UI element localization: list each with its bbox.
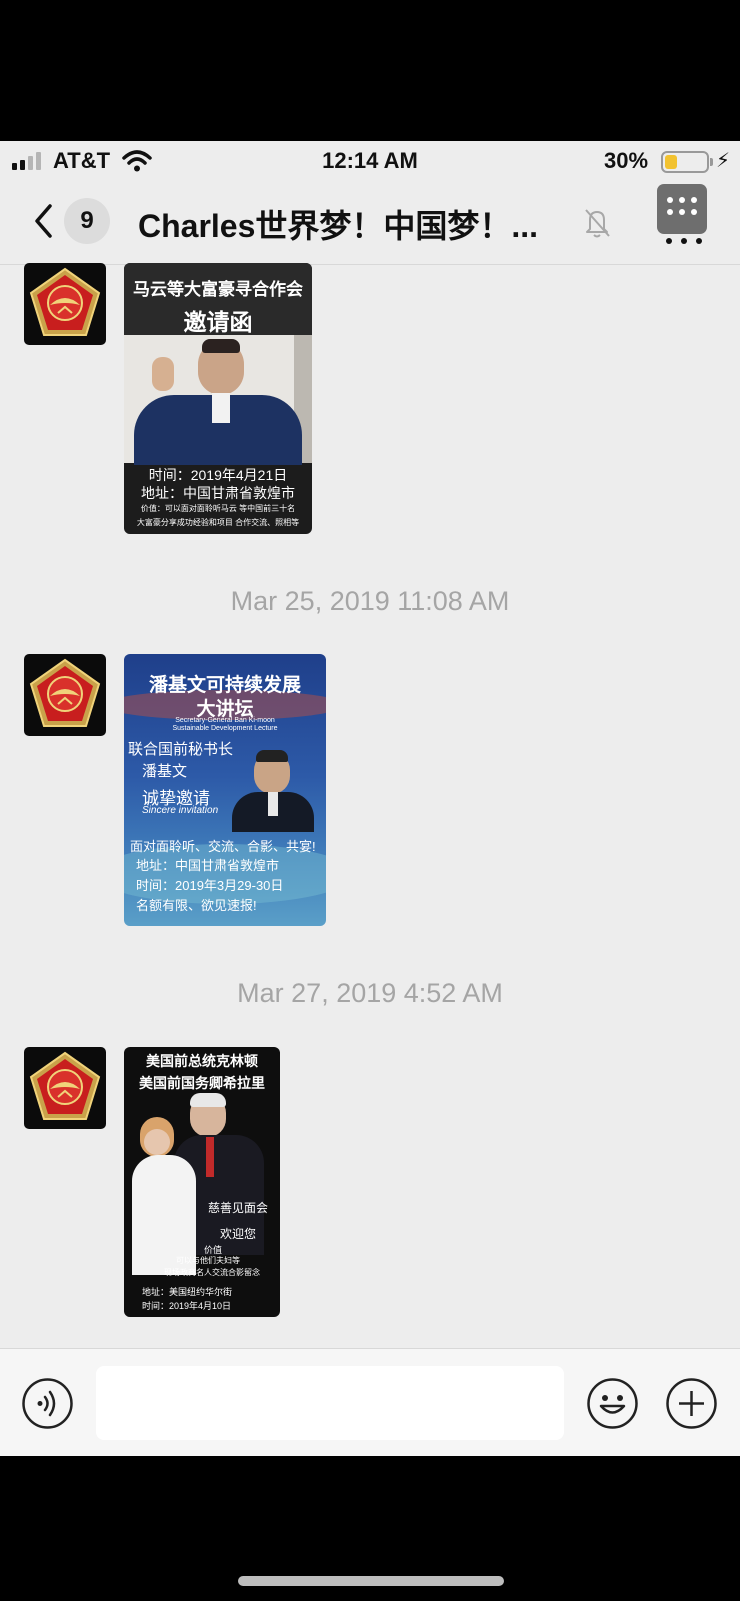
poster-line: 名额有限、欲见速报! <box>136 898 257 913</box>
status-bar: AT&T 12:14 AM 30% ⚡ <box>0 141 740 181</box>
poster-line: 美国前国务卿希拉里 <box>139 1075 265 1091</box>
plus-icon[interactable] <box>665 1377 718 1430</box>
poster-photo <box>124 1093 280 1275</box>
more-dots-icon[interactable] <box>664 238 704 246</box>
poster-line: 面对面聆听、交流、合影、共宴! <box>130 839 316 854</box>
poster-heading: 马云等大富豪寻合作会 <box>133 280 303 299</box>
poster-line: 慈善见面会 <box>208 1201 269 1215</box>
back-chevron-icon[interactable] <box>30 201 58 241</box>
poster-title: 潘基文可持续发展 <box>148 674 301 696</box>
emoji-icon[interactable] <box>586 1377 639 1430</box>
sender-avatar[interactable] <box>24 1047 106 1129</box>
poster-line: 潘基文 <box>142 763 188 780</box>
image-message[interactable]: 潘基文可持续发展 大讲坛 Secretary-General Ban Ki-mo… <box>124 654 326 926</box>
chat-screen: AT&T 12:14 AM 30% ⚡ 9 Charles世界梦！中国梦！... <box>0 141 740 1456</box>
poster-value-line: 大富豪分享成功经验和项目 合作交流、照相等 <box>136 518 300 527</box>
battery-icon <box>661 151 709 173</box>
poster-line: 现场政商名人交流合影留念 <box>164 1268 260 1277</box>
battery-percent: 30% <box>604 148 649 173</box>
more-grid-icon[interactable] <box>657 184 707 234</box>
sender-avatar[interactable] <box>24 263 106 345</box>
poster-line: 时间：2019年3月29-30日 <box>136 878 284 893</box>
poster-line: 时间：2019年4月10日 <box>142 1301 232 1311</box>
battery-tip <box>710 158 713 166</box>
poster-line: Sincere invitation <box>142 805 219 816</box>
battery-level-fill <box>665 155 677 169</box>
poster-subtitle-en: Sustainable Development Lecture <box>172 725 278 732</box>
voice-icon[interactable] <box>21 1377 74 1430</box>
timestamp-divider: Mar 27, 2019 4:52 AM <box>237 978 503 1008</box>
badge-emblem-icon <box>29 658 101 727</box>
poster-line: 美国前总统克林顿 <box>146 1053 258 1069</box>
sender-avatar[interactable] <box>24 654 106 736</box>
poster-subtitle-en: Secretary-General Ban Ki-moon <box>175 717 275 724</box>
poster-photo <box>124 335 312 465</box>
poster-address: 地址：中国甘肃省敦煌市 <box>141 485 295 501</box>
top-letterbox <box>0 0 740 141</box>
poster-line: 地址：中国甘肃省敦煌市 <box>136 858 280 873</box>
bell-muted-icon <box>585 209 610 238</box>
poster-value-line: 价值：可以面对面聆听马云 等中国前三十名 <box>140 504 296 513</box>
unread-count-badge[interactable]: 9 <box>64 198 110 244</box>
poster-line: 可以与他们夫妇等 <box>176 1256 240 1265</box>
home-indicator[interactable] <box>238 1576 504 1586</box>
poster-line: 地址：美国纽约华尔街 <box>142 1287 233 1297</box>
poster-portrait <box>232 746 314 832</box>
input-bar <box>0 1348 740 1456</box>
poster-line: 联合国前秘书长 <box>128 741 234 758</box>
poster-heading-large: 邀请函 <box>183 309 253 335</box>
badge-emblem-icon <box>29 267 101 336</box>
timestamp-divider: Mar 25, 2019 11:08 AM <box>230 586 510 616</box>
poster-time: 时间：2019年4月21日 <box>148 467 288 483</box>
image-message[interactable]: 马云等大富豪寻合作会 邀请函 时间：2019年4月21日 地址：中国甘肃省敦煌市… <box>124 263 312 534</box>
chat-header: 9 Charles世界梦！中国梦！... <box>0 181 740 265</box>
image-message[interactable]: 美国前总统克林顿 美国前国务卿希拉里 慈善见面会 欢迎您 价值 可以与他们夫妇等… <box>124 1047 280 1317</box>
message-input[interactable] <box>96 1366 564 1440</box>
poster-line: 欢迎您 <box>220 1227 257 1241</box>
charging-bolt-icon: ⚡ <box>716 150 731 172</box>
chat-title: Charles世界梦！中国梦！... <box>138 208 539 244</box>
badge-emblem-icon <box>29 1051 101 1120</box>
